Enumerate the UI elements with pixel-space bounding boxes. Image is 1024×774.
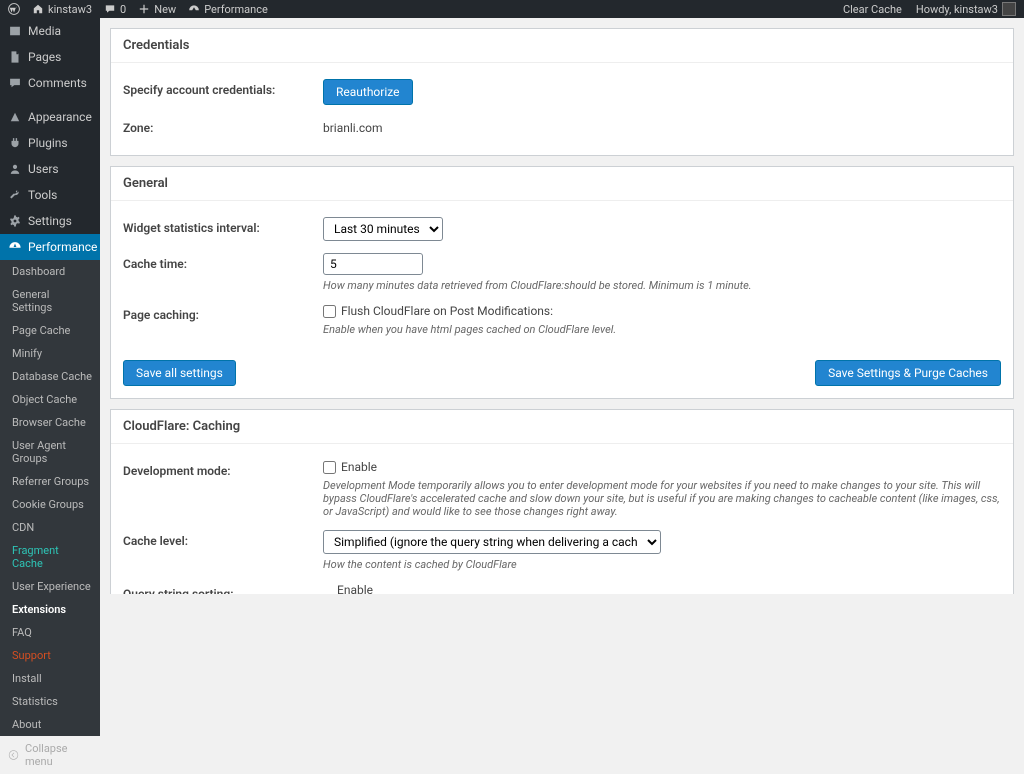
page-caching-desc: Enable when you have html pages cached o…	[323, 323, 1001, 336]
admin-sidebar: MediaPagesComments AppearancePluginsUsers…	[0, 18, 100, 594]
cache-level-select[interactable]: Simplified (ignore the query string when…	[323, 530, 661, 554]
flush-checkbox-label[interactable]: Flush CloudFlare on Post Modifications:	[323, 304, 553, 318]
sidebar-item-users[interactable]: Users	[0, 156, 100, 182]
sidebar-sub-install[interactable]: Install	[0, 667, 100, 690]
user-icon	[8, 162, 22, 176]
cache-level-label: Cache level:	[123, 530, 323, 548]
sidebar-sub-cookie-groups[interactable]: Cookie Groups	[0, 493, 100, 516]
sidebar-sub-faq[interactable]: FAQ	[0, 621, 100, 644]
credentials-box: Credentials Specify account credentials:…	[110, 28, 1014, 156]
flush-checkbox[interactable]	[323, 305, 336, 318]
cf-title: CloudFlare: Caching	[111, 410, 1013, 444]
sidebar-sub-cdn[interactable]: CDN	[0, 516, 100, 539]
main-content: Credentials Specify account credentials:…	[100, 18, 1024, 594]
dev-mode-label: Development mode:	[123, 460, 323, 478]
sidebar-sub-dashboard[interactable]: Dashboard	[0, 260, 100, 283]
credentials-title: Credentials	[111, 29, 1013, 63]
save-purge-button[interactable]: Save Settings & Purge Caches	[815, 360, 1001, 386]
cache-time-desc: How many minutes data retrieved from Clo…	[323, 279, 1001, 292]
interval-select[interactable]: Last 30 minutes	[323, 217, 443, 241]
cloudflare-caching-box: CloudFlare: Caching Development mode: En…	[110, 409, 1014, 594]
sidebar-sub-minify[interactable]: Minify	[0, 342, 100, 365]
sidebar-item-comments[interactable]: Comments	[0, 70, 100, 96]
settings-icon	[8, 214, 22, 228]
wordpress-logo-icon[interactable]	[8, 3, 20, 15]
sidebar-sub-object-cache[interactable]: Object Cache	[0, 388, 100, 411]
page-icon	[8, 50, 22, 64]
media-icon	[8, 24, 22, 38]
zone-value: brianli.com	[323, 117, 1001, 135]
sidebar-sub-database-cache[interactable]: Database Cache	[0, 365, 100, 388]
sidebar-item-tools[interactable]: Tools	[0, 182, 100, 208]
howdy-account[interactable]: Howdy, kinstaw3	[916, 2, 1016, 16]
general-box: General Widget statistics interval: Last…	[110, 166, 1014, 399]
sidebar-item-pages[interactable]: Pages	[0, 44, 100, 70]
plus-icon	[138, 3, 150, 15]
performance-menu[interactable]: Performance	[188, 3, 268, 16]
tool-icon	[8, 188, 22, 202]
perf-icon	[8, 240, 22, 254]
gauge-icon	[188, 3, 200, 15]
avatar	[1002, 2, 1016, 16]
reauthorize-button[interactable]: Reauthorize	[323, 79, 413, 105]
sidebar-sub-fragment-cache[interactable]: Fragment Cache	[0, 539, 100, 575]
sidebar-sub-support[interactable]: Support	[0, 644, 100, 667]
dev-mode-enable-label[interactable]: Enable	[323, 460, 377, 474]
sidebar-item-settings[interactable]: Settings	[0, 208, 100, 234]
qss-enable-label[interactable]: Enable	[337, 583, 373, 594]
admin-toolbar: kinstaw3 0 New Performance Clear Cache H…	[0, 0, 1024, 18]
site-name[interactable]: kinstaw3	[32, 3, 92, 16]
sidebar-sub-extensions[interactable]: Extensions	[0, 598, 100, 621]
page-caching-label: Page caching:	[123, 304, 323, 322]
dev-mode-desc: Development Mode temporarily allows you …	[323, 479, 1001, 518]
collapse-menu[interactable]: Collapse menu	[0, 736, 100, 774]
home-icon	[32, 3, 44, 15]
general-title: General	[111, 167, 1013, 201]
zone-label: Zone:	[123, 117, 323, 135]
dev-mode-checkbox[interactable]	[323, 461, 336, 474]
sidebar-item-performance[interactable]: Performance	[0, 234, 100, 260]
sidebar-sub-user-experience[interactable]: User Experience	[0, 575, 100, 598]
comment-icon	[104, 3, 116, 15]
cache-level-desc: How the content is cached by CloudFlare	[323, 558, 1001, 571]
collapse-icon	[8, 749, 19, 761]
sidebar-item-plugins[interactable]: Plugins	[0, 130, 100, 156]
sidebar-sub-general-settings[interactable]: General Settings	[0, 283, 100, 319]
specify-credentials-label: Specify account credentials:	[123, 79, 323, 97]
appearance-icon	[8, 110, 22, 124]
sidebar-item-appearance[interactable]: Appearance	[0, 104, 100, 130]
save-all-button[interactable]: Save all settings	[123, 360, 236, 386]
sidebar-sub-browser-cache[interactable]: Browser Cache	[0, 411, 100, 434]
new-content[interactable]: New	[138, 3, 176, 16]
clear-cache-link[interactable]: Clear Cache	[843, 3, 902, 16]
cache-time-label: Cache time:	[123, 253, 323, 271]
sidebar-item-media[interactable]: Media	[0, 18, 100, 44]
comment-icon	[8, 76, 22, 90]
sidebar-sub-statistics[interactable]: Statistics	[0, 690, 100, 713]
sidebar-sub-about[interactable]: About	[0, 713, 100, 736]
interval-label: Widget statistics interval:	[123, 217, 323, 235]
plugin-icon	[8, 136, 22, 150]
sidebar-sub-referrer-groups[interactable]: Referrer Groups	[0, 470, 100, 493]
qss-label: Query string sorting:	[123, 583, 323, 594]
comments-count[interactable]: 0	[104, 3, 126, 16]
sidebar-sub-page-cache[interactable]: Page Cache	[0, 319, 100, 342]
cache-time-input[interactable]	[323, 253, 423, 275]
sidebar-sub-user-agent-groups[interactable]: User Agent Groups	[0, 434, 100, 470]
